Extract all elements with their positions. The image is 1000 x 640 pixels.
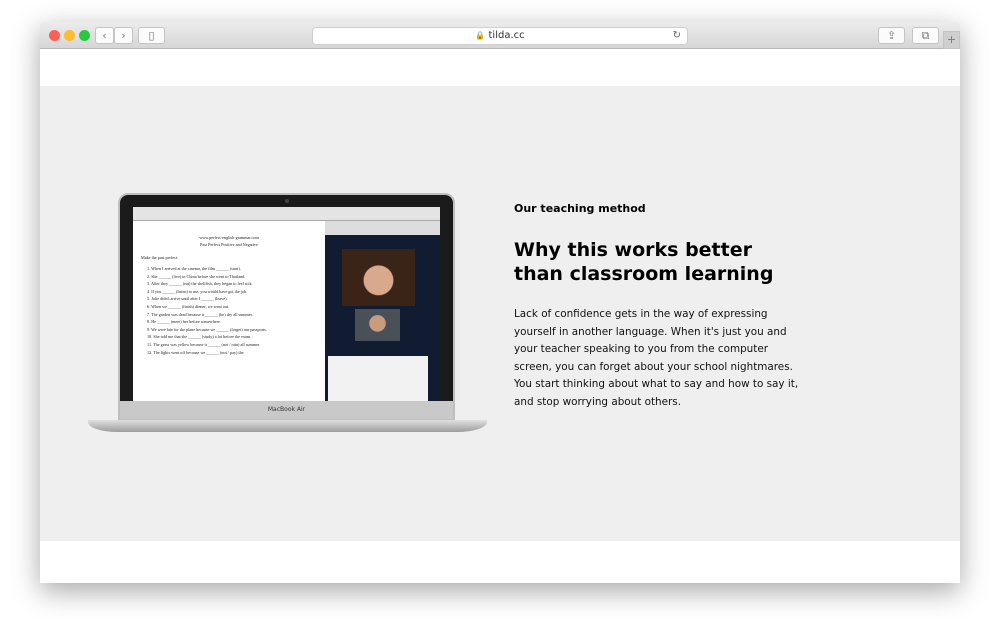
- worksheet-site: www.perfect-english-grammar.com: [199, 235, 259, 240]
- zoom-button[interactable]: [79, 30, 90, 41]
- address-bar[interactable]: 🔒 tilda.cc ↻: [312, 27, 688, 45]
- minimize-button[interactable]: [64, 30, 75, 41]
- worksheet-item: 8. He ______ (meet) her before somewhere…: [147, 319, 221, 325]
- worksheet-item: 9. We were late for the plane because we…: [147, 326, 267, 332]
- worksheet-item: 6. When we ______ (finish) dinner, we we…: [147, 303, 230, 309]
- worksheet-item: 12. The lights went off because we _____…: [147, 349, 244, 355]
- share-icon[interactable]: ⇪: [878, 27, 905, 44]
- worksheet-item: 1. When I arrived at the cinema, the fil…: [147, 266, 241, 271]
- worksheet-instruction: Make the past perfect:: [141, 255, 179, 260]
- laptop-image: www.perfect-english-grammar.com Past Per…: [118, 193, 455, 421]
- browser-window: ‹ › ▯ 🔒 tilda.cc ↻ ⇪ ⧉ + www.perfect-engl…: [40, 22, 960, 583]
- chat-panel: [328, 356, 428, 402]
- title-bar: ‹ › ▯ 🔒 tilda.cc ↻ ⇪ ⧉ +: [40, 22, 960, 49]
- lock-icon: 🔒: [475, 31, 486, 40]
- worksheet-item: 7. The garden was dead because it ______…: [147, 311, 253, 317]
- tabs-icon[interactable]: ⧉: [912, 27, 939, 44]
- close-button[interactable]: [49, 30, 60, 41]
- laptop-brand: MacBook Air: [120, 401, 453, 419]
- worksheet: www.perfect-english-grammar.com Past Per…: [133, 221, 325, 402]
- worksheet-item: 5. Julie didn't arrive until after I ___…: [147, 296, 228, 302]
- reload-icon[interactable]: ↻: [673, 28, 681, 44]
- video-call-window: [325, 221, 440, 402]
- forward-button[interactable]: ›: [114, 27, 133, 44]
- new-tab-button[interactable]: +: [943, 31, 960, 49]
- worksheet-item: 11. The grass was yellow because it ____…: [147, 341, 261, 347]
- teacher-video: [342, 249, 415, 306]
- worksheet-title: Past Perfect Positive and Negative: [200, 242, 258, 247]
- screen-browser-bar: [133, 207, 440, 221]
- worksheet-item: 3. After they ______ (eat) the shellfish…: [147, 281, 253, 287]
- section-eyebrow: Our teaching method: [514, 202, 646, 215]
- url-text: tilda.cc: [488, 30, 525, 41]
- laptop-base: [88, 420, 487, 432]
- sidebar-icon[interactable]: ▯: [138, 27, 165, 44]
- worksheet-item: 4. If you ______ (listen) to me, you wou…: [147, 288, 248, 294]
- student-video: [355, 309, 400, 341]
- laptop-screen: www.perfect-english-grammar.com Past Per…: [133, 207, 440, 402]
- camera-icon: [285, 199, 289, 203]
- worksheet-item: 2. She ______ (live) in China before she…: [147, 273, 246, 279]
- worksheet-item: 10. She told me that she ______ (study) …: [147, 334, 252, 340]
- section-heading: Why this works better than classroom lea…: [514, 239, 774, 285]
- section-body: Lack of confidence gets in the way of ex…: [514, 308, 799, 408]
- teaching-method-section: www.perfect-english-grammar.com Past Per…: [40, 86, 960, 541]
- back-button[interactable]: ‹: [95, 27, 114, 44]
